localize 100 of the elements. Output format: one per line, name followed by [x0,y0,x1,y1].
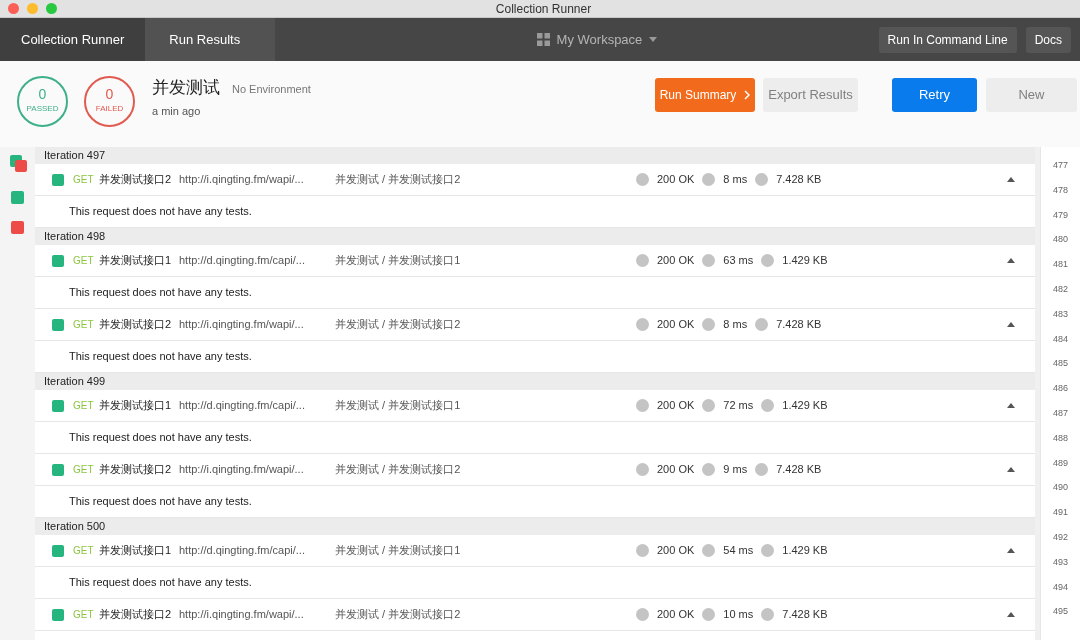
iteration-header: Iteration 500 [44,519,106,535]
request-name: 并发测试接口1 [99,543,173,559]
response-size: 1.429 KB [782,253,828,269]
nav-button[interactable]: Run In Command Line [878,26,1017,53]
collapse-caret-icon[interactable] [1007,258,1015,263]
request-path: 并发测试 / 并发测试接口1 [335,253,462,269]
line-number: 492 [1053,530,1068,544]
request-url: http://i.qingting.fm/wapi/... [179,462,305,478]
passed-mark-icon [52,463,64,476]
response-size: 1.429 KB [782,543,828,559]
request-path: 并发测试 / 并发测试接口1 [335,543,462,559]
passed-mark-icon [52,544,64,557]
response-size: 7.428 KB [776,462,822,478]
request-name: 并发测试接口1 [99,398,173,414]
request-name: 并发测试接口2 [99,172,173,188]
status-code: 200 OK [657,172,695,188]
request-path: 并发测试 / 并发测试接口2 [335,172,462,188]
response-size: 7.428 KB [776,317,822,333]
tests-message: This request does not have any tests. [69,349,252,365]
collapse-caret-icon[interactable] [1007,403,1015,408]
request-url: http://i.qingting.fm/wapi/... [179,607,305,623]
nav-button[interactable]: Docs [1025,26,1071,53]
action-button[interactable]: Export Results [763,78,858,112]
method-label: GET [73,399,95,413]
collection-title: 并发测试 [152,77,220,99]
iteration-header: Iteration 497 [44,148,106,164]
collapse-caret-icon[interactable] [1007,322,1015,327]
line-number: 490 [1053,481,1068,495]
request-name: 并发测试接口2 [99,462,173,478]
line-number: 480 [1053,233,1068,247]
line-number: 485 [1053,357,1068,371]
caret-icon [649,37,658,42]
response-time: 72 ms [723,398,754,414]
breadcrumb-tab[interactable]: Collection Runner [0,18,146,61]
request-name: 并发测试接口1 [99,253,173,269]
status-code: 200 OK [657,462,695,478]
result-mark-icon [7,154,28,174]
action-button[interactable]: Retry [892,78,977,112]
collapse-caret-icon[interactable] [1007,177,1015,182]
request-row[interactable]: GET 并发测试接口2 http://i.qingting.fm/wapi/... 并发测试 / 并发测试接口2 200 OK 9 ms 7.428 KB [35,454,1035,486]
line-number: 494 [1053,580,1068,594]
method-label: GET [73,608,95,622]
request-row[interactable]: GET 并发测试接口1 http://d.qingting.fm/capi/... 并发测试 / 并发测试接口1 200 OK 54 ms 1.429 KB [35,535,1035,567]
line-number: 484 [1053,332,1068,346]
iteration-header: Iteration 498 [44,229,106,245]
method-label: GET [73,173,95,187]
response-size: 7.428 KB [782,607,828,623]
request-row[interactable]: GET 并发测试接口1 http://d.qingting.fm/capi/... 并发测试 / 并发测试接口1 200 OK 72 ms 1.429 KB [35,390,1035,422]
request-row[interactable]: GET 并发测试接口2 http://i.qingting.fm/wapi/... 并发测试 / 并发测试接口2 200 OK 8 ms 7.428 KB [35,164,1035,196]
line-number: 478 [1053,183,1068,197]
line-number: 479 [1053,208,1068,222]
collapse-caret-icon[interactable] [1007,612,1015,617]
request-path: 并发测试 / 并发测试接口2 [335,462,462,478]
tests-message: This request does not have any tests. [69,204,252,220]
line-number: 486 [1053,382,1068,396]
request-name: 并发测试接口2 [99,317,173,333]
response-size: 7.428 KB [776,172,822,188]
environment-label: No Environment [232,82,311,97]
line-number: 491 [1053,506,1068,520]
line-number: 477 [1053,159,1068,172]
passed-mark-icon [52,399,64,412]
status-code: 200 OK [657,607,695,623]
passed-counter: 0 PASSED [17,75,68,127]
request-path: 并发测试 / 并发测试接口2 [335,317,462,333]
line-number: 482 [1053,283,1068,296]
status-code: 200 OK [657,543,695,559]
request-url: http://d.qingting.fm/capi/... [179,253,306,269]
request-url: http://d.qingting.fm/capi/... [179,543,306,559]
request-row[interactable]: GET 并发测试接口2 http://i.qingting.fm/wapi/... 并发测试 / 并发测试接口2 200 OK 10 ms 7.428 KB [35,599,1035,631]
method-label: GET [73,544,95,558]
failed-counter: 0 FAILED [84,75,135,127]
failed-mark-icon [11,221,24,234]
request-name: 并发测试接口2 [99,607,173,623]
request-row[interactable]: GET 并发测试接口2 http://i.qingting.fm/wapi/... 并发测试 / 并发测试接口2 200 OK 8 ms 7.428 KB [35,309,1035,341]
passed-mark-icon [52,318,64,331]
tests-message: This request does not have any tests. [69,575,252,591]
chevron-right-icon [744,90,751,100]
action-button[interactable]: New [986,78,1077,112]
method-label: GET [73,463,95,477]
line-number: 493 [1053,555,1068,569]
grid-icon [536,33,550,46]
request-path: 并发测试 / 并发测试接口2 [335,607,462,623]
collapse-caret-icon[interactable] [1007,548,1015,553]
method-label: GET [73,318,95,332]
response-time: 63 ms [723,253,754,269]
request-url: http://d.qingting.fm/capi/... [179,398,306,414]
passed-mark-icon [52,608,64,621]
workspace-dropdown[interactable]: My Workspace [536,29,658,50]
tests-message: This request does not have any tests. [69,430,252,446]
tests-message: This request does not have any tests. [69,494,252,510]
status-code: 200 OK [657,317,695,333]
request-row[interactable]: GET 并发测试接口1 http://d.qingting.fm/capi/... 并发测试 / 并发测试接口1 200 OK 63 ms 1.429 KB [35,245,1035,277]
collapse-caret-icon[interactable] [1007,467,1015,472]
request-path: 并发测试 / 并发测试接口1 [335,398,462,414]
line-number: 488 [1053,431,1068,445]
response-time: 8 ms [723,317,748,333]
line-number: 487 [1053,406,1068,420]
breadcrumb-tab[interactable]: Run Results [145,18,276,61]
status-code: 200 OK [657,253,695,269]
passed-mark-icon [11,191,24,204]
